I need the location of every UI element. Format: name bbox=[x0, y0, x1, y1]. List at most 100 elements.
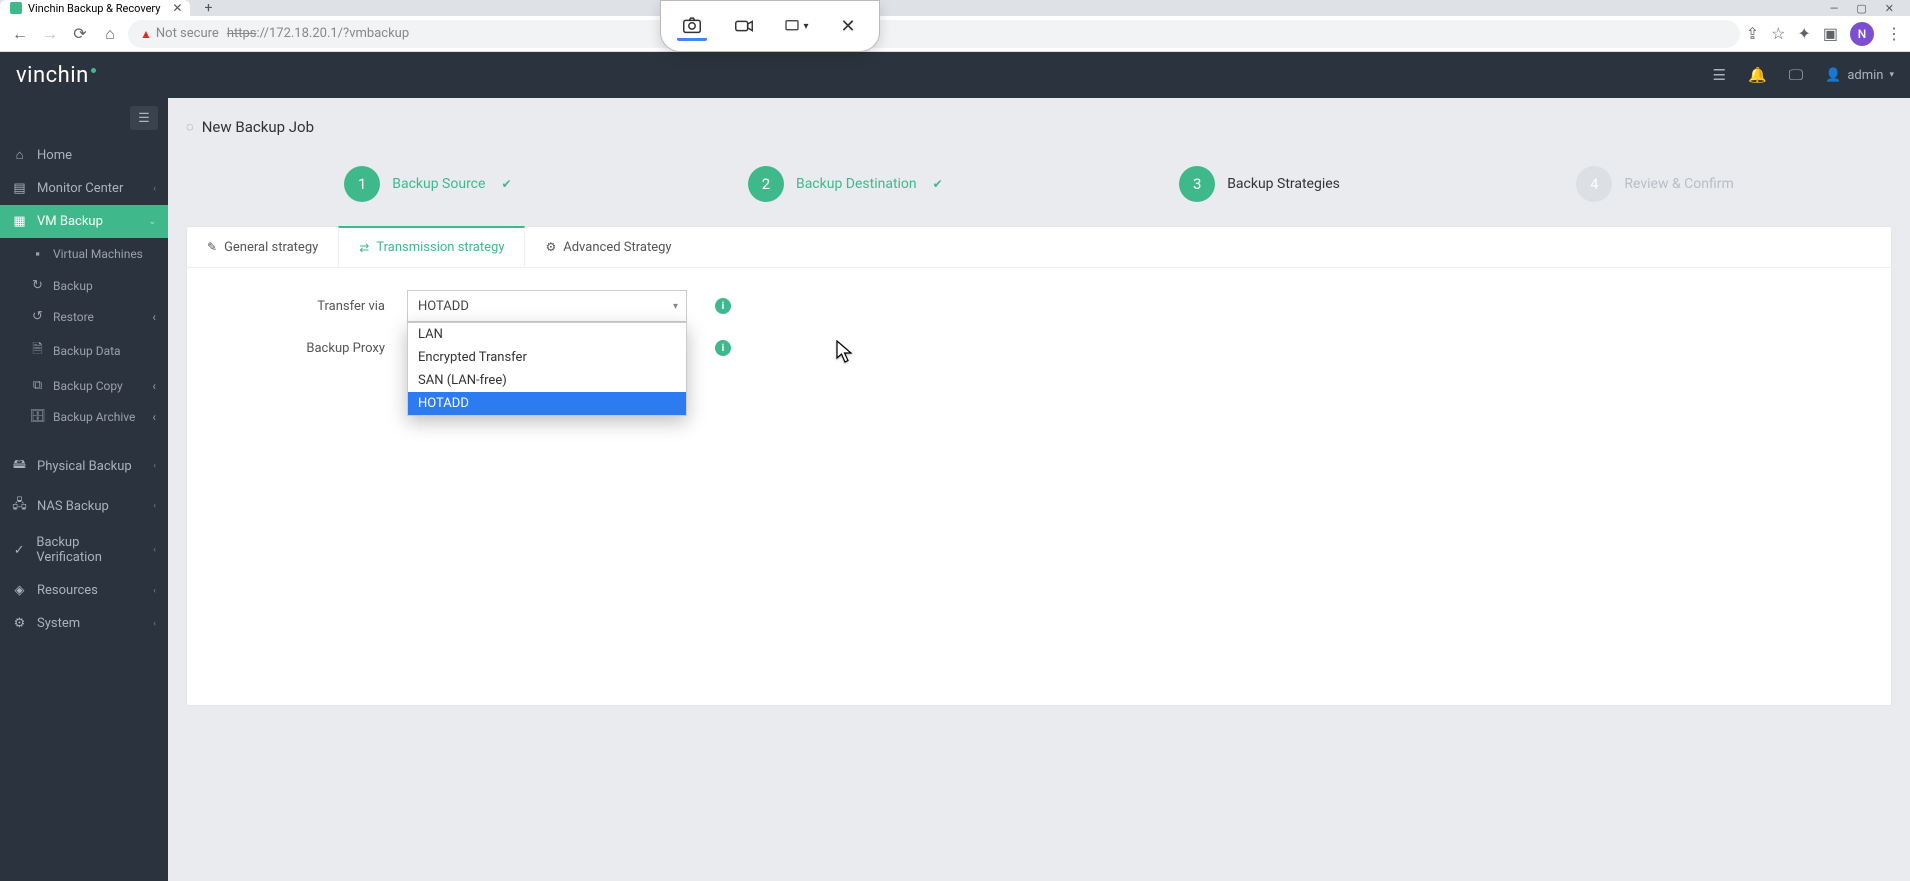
monitor-center-icon: ▤ bbox=[12, 181, 27, 196]
form-area: Transfer via HOTADD ▾ LAN Encrypted Tran… bbox=[187, 268, 1891, 396]
data-icon: 🗎 bbox=[30, 340, 45, 362]
option-hotadd[interactable]: HOTADD bbox=[408, 392, 686, 415]
sidebar-item-vm-backup[interactable]: ▦VM Backup⌄ bbox=[0, 205, 168, 238]
check-icon: ✔ bbox=[933, 177, 943, 191]
gear-icon: ⚙ bbox=[545, 240, 556, 254]
home-icon: ⌂ bbox=[12, 147, 27, 163]
label-transfer-via: Transfer via bbox=[227, 299, 407, 314]
step-number: 1 bbox=[344, 166, 380, 202]
back-button[interactable]: ← bbox=[8, 22, 32, 46]
app-logo[interactable]: vinchin bbox=[16, 63, 96, 88]
not-secure-label: Not secure bbox=[156, 26, 219, 41]
user-menu[interactable]: 👤 admin ▾ bbox=[1825, 68, 1894, 83]
camera-icon bbox=[681, 14, 703, 36]
reload-button[interactable]: ⟳ bbox=[68, 22, 92, 46]
screen-recorder-overlay: ▾ ✕ bbox=[660, 0, 880, 52]
sidebar-item-verify[interactable]: ✓Backup Verification‹ bbox=[0, 526, 168, 574]
check-icon: ✔ bbox=[501, 177, 511, 191]
home-button[interactable]: ⌂ bbox=[98, 22, 122, 46]
sidebar-item-physical[interactable]: 🖴Physical Backup‹ bbox=[0, 446, 168, 486]
option-encrypted-transfer[interactable]: Encrypted Transfer bbox=[408, 346, 686, 369]
browser-tab[interactable]: Vinchin Backup & Recovery ✕ bbox=[0, 0, 190, 16]
screenshot-button[interactable] bbox=[677, 11, 707, 41]
sidebar-item-home[interactable]: ⌂Home bbox=[0, 138, 168, 172]
profile-avatar[interactable]: N bbox=[1850, 22, 1874, 46]
recorder-options-dropdown[interactable]: ▾ bbox=[781, 11, 811, 41]
app-header: vinchin ☰ 🔔 🖵 👤 admin ▾ bbox=[0, 52, 1910, 98]
wizard-stepper: 1 Backup Source ✔ 2 Backup Destination ✔… bbox=[186, 156, 1892, 226]
forward-button[interactable]: → bbox=[38, 22, 62, 46]
restore-icon: ↺ bbox=[30, 309, 45, 324]
sidebar-item-nas[interactable]: 🖧NAS Backup‹ bbox=[0, 486, 168, 526]
chevron-left-icon: ‹ bbox=[153, 586, 156, 596]
chevron-down-icon: ▾ bbox=[803, 21, 808, 32]
sidebar: ☰ ⌂Home ▤Monitor Center‹ ▦VM Backup⌄ ▪Vi… bbox=[0, 98, 168, 881]
step-backup-source[interactable]: 1 Backup Source ✔ bbox=[344, 166, 511, 202]
address-bar[interactable]: ▲ Not secure https://172.18.20.1/?vmback… bbox=[128, 20, 1740, 48]
page-title: New Backup Job bbox=[202, 118, 314, 136]
tab-favicon-icon bbox=[10, 2, 22, 14]
backup-icon: ↻ bbox=[30, 278, 45, 293]
window-close-icon[interactable]: ✕ bbox=[1885, 2, 1894, 15]
tab-close-icon[interactable]: ✕ bbox=[172, 1, 182, 15]
sidebar-sub-backup[interactable]: ↻Backup bbox=[0, 270, 168, 301]
share-icon[interactable]: ⇪ bbox=[1746, 24, 1759, 43]
chevron-down-icon: ▾ bbox=[673, 301, 678, 312]
chevron-left-icon: ‹ bbox=[153, 501, 156, 511]
sidebar-sub-backup-data[interactable]: 🗎Backup Data bbox=[0, 332, 168, 370]
extensions-icon[interactable]: ✦ bbox=[1797, 24, 1810, 43]
recorder-close-button[interactable]: ✕ bbox=[833, 11, 863, 41]
sidebar-item-monitor[interactable]: ▤Monitor Center‹ bbox=[0, 172, 168, 205]
sidebar-item-resources[interactable]: ◈Resources‹ bbox=[0, 574, 168, 607]
strategy-tabs: ✎General strategy ⇄Transmission strategy… bbox=[187, 227, 1891, 268]
browser-toolbar: ← → ⟳ ⌂ ▲ Not secure https://172.18.20.1… bbox=[0, 16, 1910, 52]
option-lan[interactable]: LAN bbox=[408, 323, 686, 346]
gear-icon: ⚙ bbox=[12, 616, 27, 631]
browser-tab-strip: Vinchin Backup & Recovery ✕ + bbox=[0, 0, 1910, 16]
sidebar-sub-backup-copy[interactable]: ⧉Backup Copy‹ bbox=[0, 370, 168, 401]
side-panel-icon[interactable]: ▣ bbox=[1823, 24, 1838, 43]
bell-icon[interactable]: 🔔 bbox=[1748, 66, 1767, 84]
list-icon[interactable]: ☰ bbox=[1713, 66, 1726, 84]
tab-transmission-strategy[interactable]: ⇄Transmission strategy bbox=[338, 226, 525, 267]
sidebar-sub-backup-archive[interactable]: 🗄Backup Archive‹ bbox=[0, 401, 168, 432]
transfer-via-select[interactable]: HOTADD ▾ bbox=[407, 290, 687, 322]
window-minimize-icon[interactable]: — bbox=[1830, 2, 1839, 15]
chevron-left-icon: ‹ bbox=[153, 619, 156, 629]
info-icon[interactable]: i bbox=[715, 340, 731, 356]
window-maximize-icon[interactable]: ▢ bbox=[1856, 2, 1866, 15]
monitor-icon[interactable]: 🖵 bbox=[1789, 66, 1803, 84]
tab-advanced-strategy[interactable]: ⚙Advanced Strategy bbox=[525, 227, 691, 267]
kebab-menu-icon[interactable]: ⋮ bbox=[1886, 24, 1902, 43]
step-backup-destination[interactable]: 2 Backup Destination ✔ bbox=[748, 166, 943, 202]
pencil-icon: ✎ bbox=[207, 240, 217, 254]
nas-icon: 🖧 bbox=[12, 495, 27, 517]
main-content: ◌ New Backup Job 1 Backup Source ✔ 2 Bac… bbox=[168, 98, 1910, 881]
warning-triangle-icon: ▲ bbox=[140, 27, 152, 41]
step-review-confirm[interactable]: 4 Review & Confirm bbox=[1576, 166, 1733, 202]
new-tab-button[interactable]: + bbox=[196, 0, 220, 16]
verify-icon: ✓ bbox=[12, 543, 26, 558]
tab-general-strategy[interactable]: ✎General strategy bbox=[187, 227, 338, 267]
option-san[interactable]: SAN (LAN-free) bbox=[408, 369, 686, 392]
chevron-left-icon: ‹ bbox=[152, 379, 156, 393]
sidebar-sub-restore[interactable]: ↺Restore‹ bbox=[0, 301, 168, 332]
archive-icon: 🗄 bbox=[30, 409, 45, 424]
row-transfer-via: Transfer via HOTADD ▾ LAN Encrypted Tran… bbox=[227, 290, 1851, 322]
bookmark-star-icon[interactable]: ☆ bbox=[1771, 24, 1785, 43]
transfer-via-dropdown: LAN Encrypted Transfer SAN (LAN-free) HO… bbox=[407, 322, 687, 416]
sidebar-toggle[interactable]: ☰ bbox=[130, 106, 158, 130]
chevron-left-icon: ‹ bbox=[152, 310, 156, 324]
info-icon[interactable]: i bbox=[715, 298, 731, 314]
sidebar-item-system[interactable]: ⚙System‹ bbox=[0, 607, 168, 640]
chevron-left-icon: ‹ bbox=[152, 410, 156, 424]
step-number: 3 bbox=[1179, 166, 1215, 202]
chevron-left-icon: ‹ bbox=[153, 184, 156, 194]
record-video-button[interactable] bbox=[729, 11, 759, 41]
sidebar-sub-virtual-machines[interactable]: ▪Virtual Machines bbox=[0, 238, 168, 270]
browser-toolbar-right: ⇪ ☆ ✦ ▣ N ⋮ bbox=[1746, 22, 1902, 46]
step-backup-strategies[interactable]: 3 Backup Strategies bbox=[1179, 166, 1340, 202]
chevron-left-icon: ‹ bbox=[153, 461, 156, 471]
tab-title: Vinchin Backup & Recovery bbox=[28, 2, 160, 15]
security-warning: ▲ Not secure bbox=[140, 26, 219, 41]
